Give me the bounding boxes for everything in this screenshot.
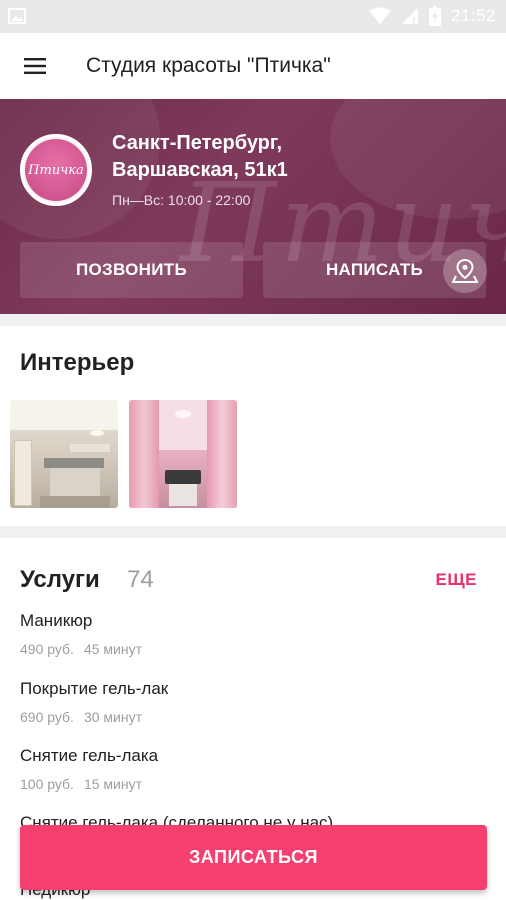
interior-photo[interactable]	[10, 400, 118, 508]
wifi-icon	[368, 7, 391, 24]
interior-title: Интерьер	[20, 349, 135, 376]
interior-photo[interactable]	[129, 400, 237, 508]
service-meta: 100 руб. 15 минут	[20, 776, 142, 792]
service-duration: 45 минут	[83, 641, 143, 657]
status-bar: 21:52	[0, 0, 506, 33]
section-divider	[0, 526, 506, 538]
working-hours: Пн—Вс: 10:00 - 22:00	[112, 192, 251, 208]
more-services-link[interactable]: ЕЩЕ	[435, 570, 477, 590]
service-name[interactable]: Маникюр	[20, 611, 92, 631]
app-title: Студия красоты "Птичка"	[86, 54, 331, 77]
clock: 21:52	[450, 6, 496, 25]
write-button[interactable]: НАПИСАТЬ	[263, 242, 486, 298]
service-meta: 690 руб. 30 минут	[20, 709, 142, 725]
signal-icon	[401, 8, 418, 24]
salon-logo: Птичка	[20, 134, 92, 206]
book-button[interactable]: ЗАПИСАТЬСЯ	[20, 825, 487, 890]
menu-button[interactable]	[0, 33, 70, 99]
service-name[interactable]: Снятие гель-лака	[20, 746, 158, 766]
services-title: Услуги	[20, 566, 100, 593]
salon-address: Санкт-Петербург, Варшавская, 51к1	[112, 130, 288, 184]
service-name[interactable]: Покрытие гель-лак	[20, 679, 168, 699]
service-duration: 15 минут	[83, 776, 143, 792]
address-line-2: Варшавская, 51к1	[112, 159, 288, 181]
call-button[interactable]: ПОЗВОНИТЬ	[20, 242, 243, 298]
service-price: 100 руб.	[20, 776, 74, 792]
address-line-1: Санкт-Петербург,	[112, 132, 283, 154]
battery-icon	[428, 6, 441, 26]
salon-header: Птичка Птичка Санкт-Петербург, Варшавска…	[0, 99, 506, 314]
service-price: 690 руб.	[20, 709, 74, 725]
service-duration: 30 минут	[83, 709, 143, 725]
service-price: 490 руб.	[20, 641, 74, 657]
app-bar: Студия красоты "Птичка"	[0, 33, 506, 99]
section-divider	[0, 314, 506, 326]
hamburger-icon	[24, 58, 46, 74]
logo-text: Птичка	[28, 162, 84, 178]
image-icon	[8, 8, 26, 24]
services-count: 74	[127, 566, 154, 593]
service-meta: 490 руб. 45 минут	[20, 641, 142, 657]
